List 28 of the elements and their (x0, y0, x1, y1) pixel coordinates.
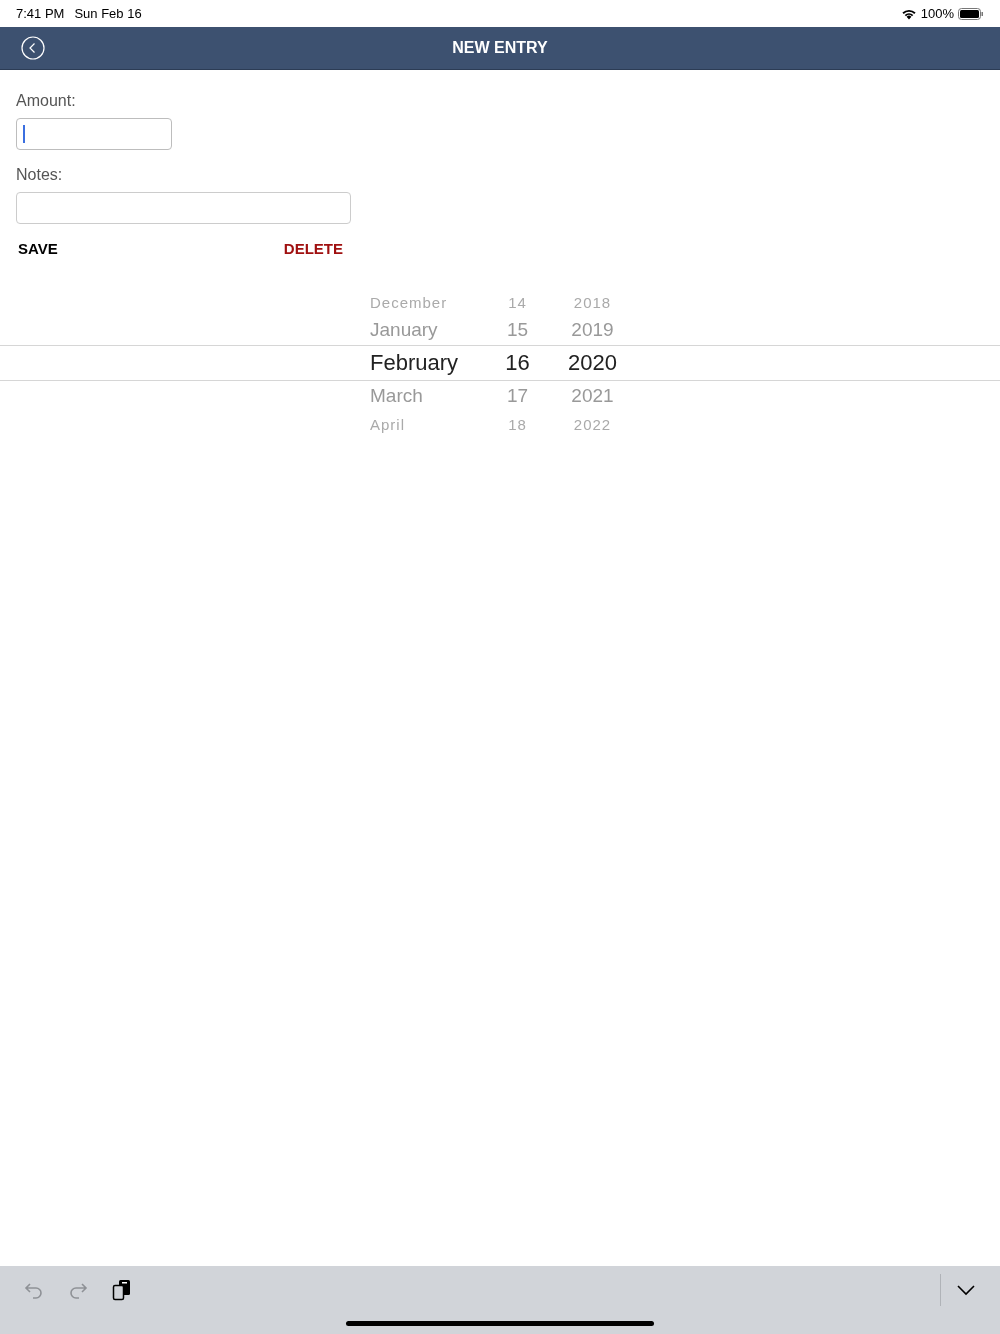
status-time: 7:41 PM (16, 6, 65, 21)
month-option[interactable]: April (370, 415, 495, 433)
day-option[interactable]: 18 (495, 415, 540, 433)
year-option[interactable]: 2020 (540, 350, 645, 376)
month-option[interactable]: March (370, 385, 495, 407)
delete-button[interactable]: DELETE (283, 240, 343, 257)
battery-percent: 100% (920, 6, 954, 21)
year-option[interactable]: 2021 (540, 385, 645, 407)
save-button[interactable]: SAVE (18, 240, 58, 257)
year-option[interactable]: 2018 (540, 293, 645, 311)
field-label: Amount: (16, 92, 77, 110)
month-option[interactable]: December (370, 293, 495, 311)
month-option[interactable]: January (370, 319, 495, 341)
day-option[interactable]: 15 (495, 319, 540, 341)
year-option[interactable]: 2019 (540, 319, 645, 341)
screen-title: NEW ENTRY (452, 39, 548, 57)
battery-icon (958, 7, 984, 20)
back-icon[interactable] (21, 36, 45, 60)
input-field[interactable] (16, 192, 351, 224)
year-option[interactable]: 2022 (540, 415, 645, 433)
month-option[interactable]: February (370, 350, 495, 376)
day-option[interactable]: 16 (495, 350, 540, 376)
field-label: Notes: (16, 166, 64, 184)
wifi-icon (900, 7, 917, 20)
day-option[interactable]: 14 (495, 293, 540, 311)
status-date: Sun Feb 16 (74, 6, 142, 21)
input-field[interactable] (16, 118, 172, 150)
day-option[interactable]: 17 (495, 385, 540, 407)
